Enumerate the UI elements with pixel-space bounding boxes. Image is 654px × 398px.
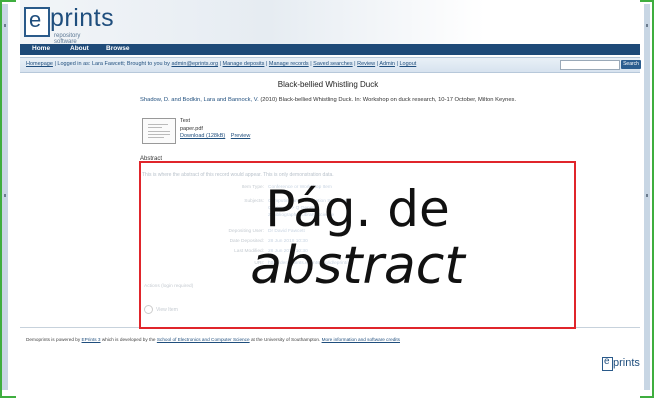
manage-deposits-link[interactable]: Manage deposits <box>223 61 265 67</box>
login-status: Logged in as: Lara Fawcett; Brought to y… <box>57 61 170 67</box>
document-thumbnail[interactable] <box>142 118 176 144</box>
scroll-tick <box>4 194 6 197</box>
search-button[interactable]: Search <box>621 60 641 69</box>
document-type: Text <box>180 118 191 124</box>
scroll-tick <box>646 194 648 197</box>
review-link[interactable]: Review <box>357 61 375 67</box>
document-filename: paper.pdf <box>180 125 203 132</box>
download-link[interactable]: Download (128kB) <box>180 133 225 139</box>
eprints3-link[interactable]: EPrints 3 <box>82 337 101 342</box>
abstract-page-annotation: Pág. de abstract <box>139 161 576 329</box>
admin-link[interactable]: Admin <box>379 61 395 67</box>
homepage-link[interactable]: Homepage <box>26 61 53 67</box>
citation-authors[interactable]: Shadow, D. and Bodkin, Lara and Bannock,… <box>140 97 259 103</box>
header-banner: e prints repository software <box>20 0 640 45</box>
manage-records-link[interactable]: Manage records <box>269 61 309 67</box>
citation-details: (2010) Black-bellied Whistling Duck. In:… <box>260 97 517 103</box>
scroll-tick <box>646 24 648 27</box>
main-navbar: Home About Browse <box>20 44 640 55</box>
scroll-tick <box>4 24 6 27</box>
left-scrollbar[interactable] <box>2 4 8 390</box>
logout-link[interactable]: Logout <box>399 61 416 67</box>
preview-link[interactable]: Preview <box>231 133 251 139</box>
logo-wordmark: prints <box>50 4 115 32</box>
annotation-line-2: abstract <box>250 236 465 296</box>
nav-browse[interactable]: Browse <box>106 45 129 52</box>
search-input[interactable] <box>560 60 620 70</box>
ecs-link[interactable]: School of Electronics and Computer Scien… <box>157 337 250 342</box>
logo-box-icon: e <box>24 7 50 37</box>
user-links: Homepage | Logged in as: Lara Fawcett; B… <box>26 61 417 67</box>
nav-about[interactable]: About <box>70 45 89 52</box>
right-scrollbar[interactable] <box>644 4 650 390</box>
footer-logo-wordmark: prints <box>613 357 640 369</box>
footer-text: Demoprints is powered by EPrints 3 which… <box>26 337 400 342</box>
annotation-line-1: Pág. de <box>265 180 450 238</box>
user-link-bar: Homepage | Logged in as: Lara Fawcett; B… <box>20 57 641 73</box>
page-title: Black-bellied Whistling Duck <box>277 80 379 89</box>
credits-link[interactable]: More information and software credits <box>322 337 400 342</box>
footer-logo-box-icon: e <box>602 356 613 371</box>
nav-home[interactable]: Home <box>32 45 50 52</box>
document-info: Text paper.pdf Download (128kB) Preview <box>180 118 254 141</box>
admin-email-link[interactable]: admin@eprints.org <box>171 61 218 67</box>
citation: Shadow, D. and Bodkin, Lara and Bannock,… <box>140 96 560 104</box>
saved-searches-link[interactable]: Saved searches <box>313 61 352 67</box>
